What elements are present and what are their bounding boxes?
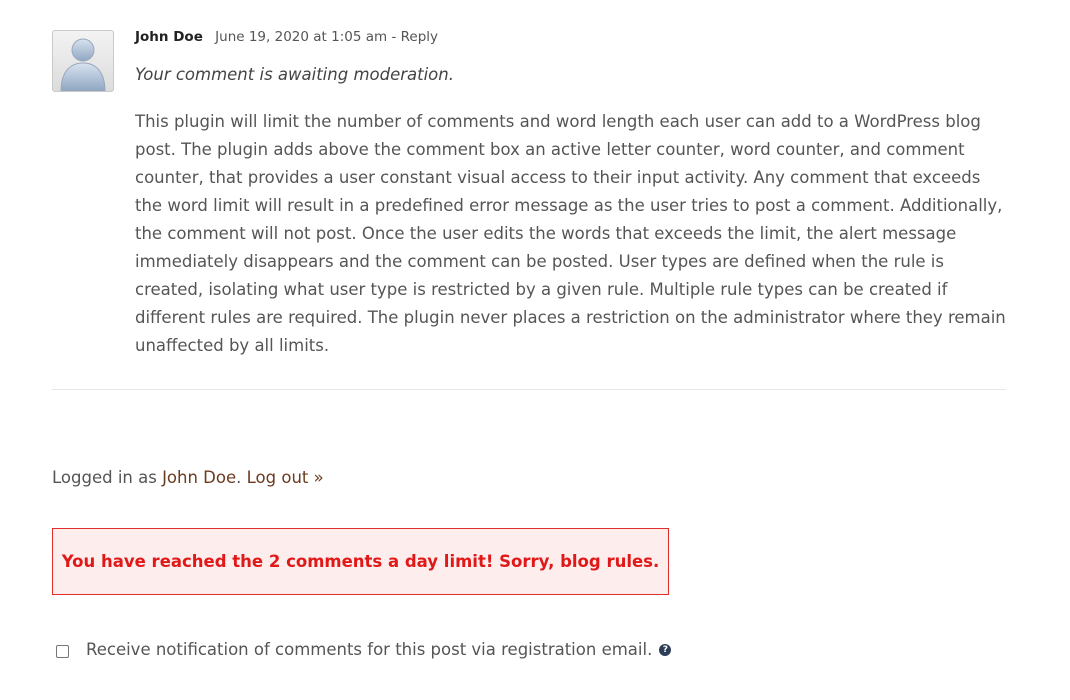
- comment-meta: John Doe June 19, 2020 at 1:05 am - Repl…: [135, 28, 438, 46]
- notification-option: Receive notification of comments for thi…: [56, 639, 672, 661]
- comment-divider: [52, 389, 1006, 390]
- logout-link[interactable]: Log out »: [247, 468, 324, 487]
- moderation-notice: Your comment is awaiting moderation.: [135, 65, 454, 84]
- reply-link[interactable]: Reply: [401, 29, 438, 45]
- logged-in-prefix: Logged in as: [52, 468, 163, 487]
- notify-checkbox[interactable]: [56, 644, 69, 658]
- profile-link[interactable]: John Doe: [162, 468, 236, 487]
- notify-label[interactable]: Receive notification of comments for thi…: [86, 639, 652, 661]
- meta-separator: -: [387, 29, 401, 45]
- comment-limit-message: You have reached the 2 comments a day li…: [61, 552, 660, 571]
- help-icon[interactable]: ?: [659, 644, 672, 656]
- comment-date[interactable]: June 19, 2020 at 1:05 am: [215, 29, 387, 45]
- logged-in-line: Logged in as John Doe. Log out »: [52, 467, 324, 489]
- comment-author[interactable]: John Doe: [135, 29, 203, 45]
- comment-limit-alert: You have reached the 2 comments a day li…: [52, 528, 669, 595]
- logged-in-period: .: [236, 468, 247, 487]
- comment-text: This plugin will limit the number of com…: [135, 112, 1006, 355]
- avatar-icon: [52, 30, 114, 92]
